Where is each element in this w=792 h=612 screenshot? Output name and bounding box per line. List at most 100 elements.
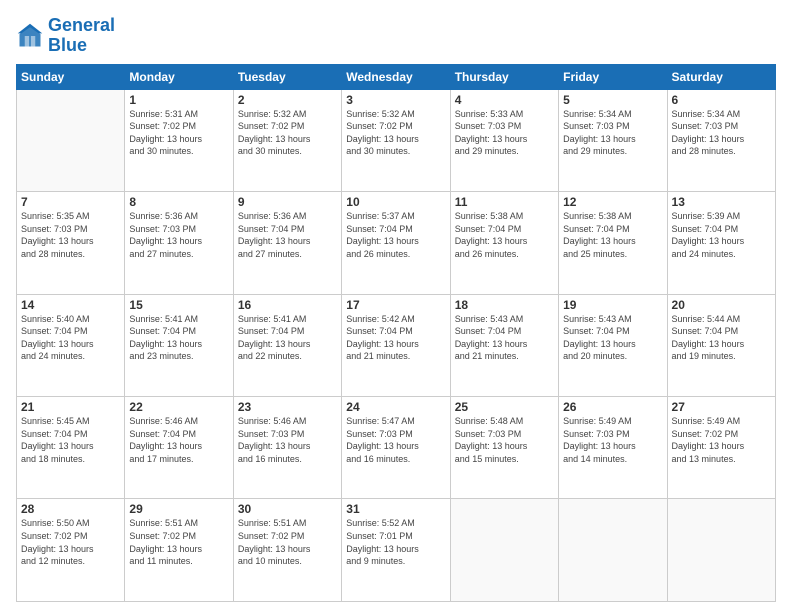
day-number: 20 xyxy=(672,298,771,312)
day-number: 17 xyxy=(346,298,445,312)
day-info: Sunrise: 5:41 AM Sunset: 7:04 PM Dayligh… xyxy=(129,313,228,363)
day-info: Sunrise: 5:50 AM Sunset: 7:02 PM Dayligh… xyxy=(21,517,120,567)
calendar-cell xyxy=(559,499,667,602)
day-number: 11 xyxy=(455,195,554,209)
day-number: 16 xyxy=(238,298,337,312)
calendar-cell: 29Sunrise: 5:51 AM Sunset: 7:02 PM Dayli… xyxy=(125,499,233,602)
day-info: Sunrise: 5:51 AM Sunset: 7:02 PM Dayligh… xyxy=(238,517,337,567)
calendar-cell: 24Sunrise: 5:47 AM Sunset: 7:03 PM Dayli… xyxy=(342,397,450,499)
day-number: 24 xyxy=(346,400,445,414)
day-info: Sunrise: 5:42 AM Sunset: 7:04 PM Dayligh… xyxy=(346,313,445,363)
calendar-cell: 11Sunrise: 5:38 AM Sunset: 7:04 PM Dayli… xyxy=(450,192,558,294)
day-info: Sunrise: 5:48 AM Sunset: 7:03 PM Dayligh… xyxy=(455,415,554,465)
calendar-cell: 10Sunrise: 5:37 AM Sunset: 7:04 PM Dayli… xyxy=(342,192,450,294)
weekday-header: Monday xyxy=(125,64,233,89)
day-number: 26 xyxy=(563,400,662,414)
calendar-cell: 19Sunrise: 5:43 AM Sunset: 7:04 PM Dayli… xyxy=(559,294,667,396)
day-info: Sunrise: 5:44 AM Sunset: 7:04 PM Dayligh… xyxy=(672,313,771,363)
calendar-cell xyxy=(667,499,775,602)
day-info: Sunrise: 5:37 AM Sunset: 7:04 PM Dayligh… xyxy=(346,210,445,260)
day-info: Sunrise: 5:40 AM Sunset: 7:04 PM Dayligh… xyxy=(21,313,120,363)
calendar-cell: 1Sunrise: 5:31 AM Sunset: 7:02 PM Daylig… xyxy=(125,89,233,191)
day-info: Sunrise: 5:41 AM Sunset: 7:04 PM Dayligh… xyxy=(238,313,337,363)
day-info: Sunrise: 5:32 AM Sunset: 7:02 PM Dayligh… xyxy=(346,108,445,158)
day-number: 6 xyxy=(672,93,771,107)
day-info: Sunrise: 5:38 AM Sunset: 7:04 PM Dayligh… xyxy=(455,210,554,260)
calendar-cell: 27Sunrise: 5:49 AM Sunset: 7:02 PM Dayli… xyxy=(667,397,775,499)
calendar-week-row: 21Sunrise: 5:45 AM Sunset: 7:04 PM Dayli… xyxy=(17,397,776,499)
day-number: 15 xyxy=(129,298,228,312)
header: General Blue xyxy=(16,16,776,56)
calendar-cell: 22Sunrise: 5:46 AM Sunset: 7:04 PM Dayli… xyxy=(125,397,233,499)
day-number: 1 xyxy=(129,93,228,107)
day-number: 29 xyxy=(129,502,228,516)
day-number: 28 xyxy=(21,502,120,516)
weekday-header: Tuesday xyxy=(233,64,341,89)
day-number: 4 xyxy=(455,93,554,107)
calendar-cell: 21Sunrise: 5:45 AM Sunset: 7:04 PM Dayli… xyxy=(17,397,125,499)
weekday-header: Saturday xyxy=(667,64,775,89)
day-number: 8 xyxy=(129,195,228,209)
weekday-header: Wednesday xyxy=(342,64,450,89)
day-info: Sunrise: 5:45 AM Sunset: 7:04 PM Dayligh… xyxy=(21,415,120,465)
day-number: 2 xyxy=(238,93,337,107)
calendar-cell: 3Sunrise: 5:32 AM Sunset: 7:02 PM Daylig… xyxy=(342,89,450,191)
day-info: Sunrise: 5:36 AM Sunset: 7:03 PM Dayligh… xyxy=(129,210,228,260)
day-number: 19 xyxy=(563,298,662,312)
day-number: 10 xyxy=(346,195,445,209)
calendar-cell: 9Sunrise: 5:36 AM Sunset: 7:04 PM Daylig… xyxy=(233,192,341,294)
day-number: 21 xyxy=(21,400,120,414)
day-number: 31 xyxy=(346,502,445,516)
day-info: Sunrise: 5:38 AM Sunset: 7:04 PM Dayligh… xyxy=(563,210,662,260)
calendar-cell: 4Sunrise: 5:33 AM Sunset: 7:03 PM Daylig… xyxy=(450,89,558,191)
day-info: Sunrise: 5:43 AM Sunset: 7:04 PM Dayligh… xyxy=(455,313,554,363)
calendar-cell xyxy=(17,89,125,191)
calendar-cell: 28Sunrise: 5:50 AM Sunset: 7:02 PM Dayli… xyxy=(17,499,125,602)
day-info: Sunrise: 5:46 AM Sunset: 7:03 PM Dayligh… xyxy=(238,415,337,465)
calendar-cell: 12Sunrise: 5:38 AM Sunset: 7:04 PM Dayli… xyxy=(559,192,667,294)
calendar-cell: 13Sunrise: 5:39 AM Sunset: 7:04 PM Dayli… xyxy=(667,192,775,294)
day-number: 12 xyxy=(563,195,662,209)
calendar-cell: 23Sunrise: 5:46 AM Sunset: 7:03 PM Dayli… xyxy=(233,397,341,499)
calendar-cell: 8Sunrise: 5:36 AM Sunset: 7:03 PM Daylig… xyxy=(125,192,233,294)
calendar-cell: 25Sunrise: 5:48 AM Sunset: 7:03 PM Dayli… xyxy=(450,397,558,499)
day-info: Sunrise: 5:36 AM Sunset: 7:04 PM Dayligh… xyxy=(238,210,337,260)
day-number: 27 xyxy=(672,400,771,414)
logo-icon xyxy=(16,22,44,50)
logo: General Blue xyxy=(16,16,115,56)
calendar-cell: 17Sunrise: 5:42 AM Sunset: 7:04 PM Dayli… xyxy=(342,294,450,396)
calendar-cell: 15Sunrise: 5:41 AM Sunset: 7:04 PM Dayli… xyxy=(125,294,233,396)
calendar-cell xyxy=(450,499,558,602)
day-number: 5 xyxy=(563,93,662,107)
calendar-cell: 26Sunrise: 5:49 AM Sunset: 7:03 PM Dayli… xyxy=(559,397,667,499)
day-info: Sunrise: 5:47 AM Sunset: 7:03 PM Dayligh… xyxy=(346,415,445,465)
day-info: Sunrise: 5:35 AM Sunset: 7:03 PM Dayligh… xyxy=(21,210,120,260)
calendar-cell: 6Sunrise: 5:34 AM Sunset: 7:03 PM Daylig… xyxy=(667,89,775,191)
header-row: SundayMondayTuesdayWednesdayThursdayFrid… xyxy=(17,64,776,89)
weekday-header: Thursday xyxy=(450,64,558,89)
calendar-week-row: 28Sunrise: 5:50 AM Sunset: 7:02 PM Dayli… xyxy=(17,499,776,602)
day-info: Sunrise: 5:46 AM Sunset: 7:04 PM Dayligh… xyxy=(129,415,228,465)
weekday-header: Friday xyxy=(559,64,667,89)
calendar-cell: 14Sunrise: 5:40 AM Sunset: 7:04 PM Dayli… xyxy=(17,294,125,396)
logo-text: General Blue xyxy=(48,16,115,56)
day-info: Sunrise: 5:49 AM Sunset: 7:02 PM Dayligh… xyxy=(672,415,771,465)
day-number: 22 xyxy=(129,400,228,414)
day-info: Sunrise: 5:32 AM Sunset: 7:02 PM Dayligh… xyxy=(238,108,337,158)
calendar-cell: 20Sunrise: 5:44 AM Sunset: 7:04 PM Dayli… xyxy=(667,294,775,396)
calendar-cell: 5Sunrise: 5:34 AM Sunset: 7:03 PM Daylig… xyxy=(559,89,667,191)
day-number: 23 xyxy=(238,400,337,414)
calendar-cell: 2Sunrise: 5:32 AM Sunset: 7:02 PM Daylig… xyxy=(233,89,341,191)
day-number: 25 xyxy=(455,400,554,414)
calendar-week-row: 14Sunrise: 5:40 AM Sunset: 7:04 PM Dayli… xyxy=(17,294,776,396)
day-info: Sunrise: 5:52 AM Sunset: 7:01 PM Dayligh… xyxy=(346,517,445,567)
calendar-week-row: 1Sunrise: 5:31 AM Sunset: 7:02 PM Daylig… xyxy=(17,89,776,191)
day-number: 7 xyxy=(21,195,120,209)
calendar-cell: 7Sunrise: 5:35 AM Sunset: 7:03 PM Daylig… xyxy=(17,192,125,294)
day-number: 9 xyxy=(238,195,337,209)
calendar-cell: 31Sunrise: 5:52 AM Sunset: 7:01 PM Dayli… xyxy=(342,499,450,602)
calendar-cell: 30Sunrise: 5:51 AM Sunset: 7:02 PM Dayli… xyxy=(233,499,341,602)
calendar-cell: 18Sunrise: 5:43 AM Sunset: 7:04 PM Dayli… xyxy=(450,294,558,396)
weekday-header: Sunday xyxy=(17,64,125,89)
day-info: Sunrise: 5:51 AM Sunset: 7:02 PM Dayligh… xyxy=(129,517,228,567)
